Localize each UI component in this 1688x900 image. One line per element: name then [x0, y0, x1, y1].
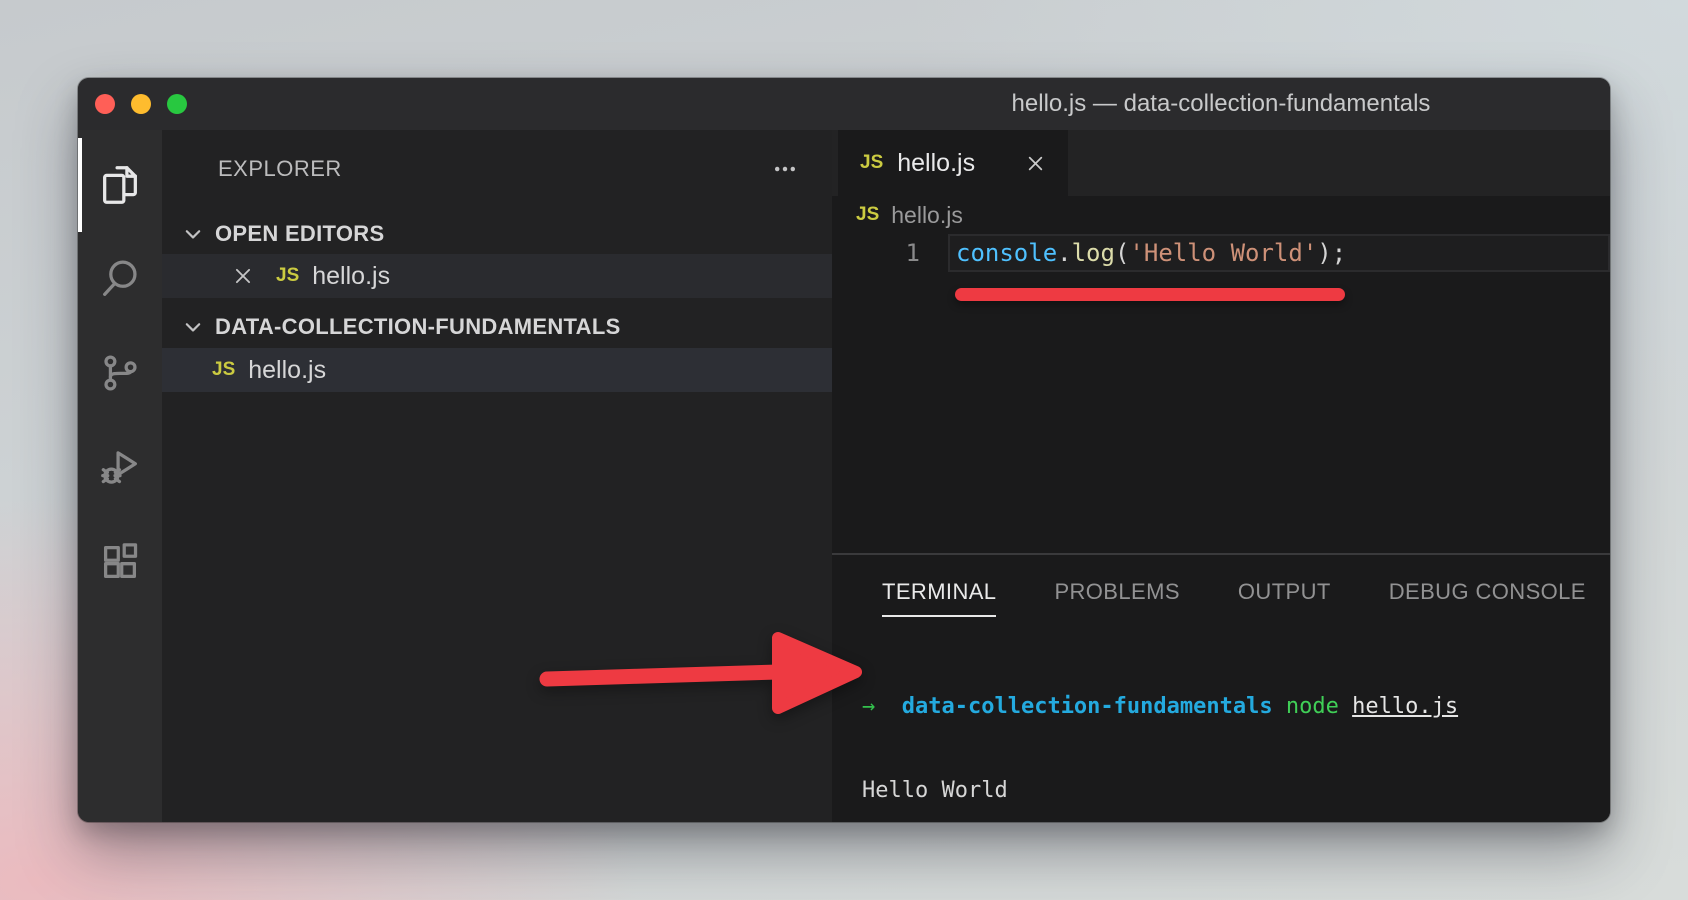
activitybar-run-debug[interactable]	[78, 420, 162, 514]
source-control-icon	[97, 350, 143, 396]
tab-label: hello.js	[897, 149, 975, 178]
vscode-window: hello.js — data-collection-fundamentals	[78, 78, 1610, 822]
files-icon	[97, 162, 143, 208]
debug-icon	[97, 444, 143, 490]
tab-terminal[interactable]: TERMINAL	[882, 579, 996, 617]
chevron-down-icon	[182, 316, 204, 338]
chevron-down-icon	[182, 223, 204, 245]
section-folder-root[interactable]: DATA-COLLECTION-FUNDAMENTALS	[162, 306, 832, 348]
js-file-icon: JS	[276, 265, 299, 287]
activity-bar	[78, 130, 162, 822]
close-tab-icon[interactable]	[1025, 153, 1046, 174]
tab-bar: JS hello.js	[832, 130, 1610, 196]
tab-hello-js[interactable]: JS hello.js	[838, 130, 1068, 196]
activitybar-source-control[interactable]	[78, 326, 162, 420]
section-label: OPEN EDITORS	[215, 221, 384, 247]
js-file-icon: JS	[212, 359, 235, 381]
more-actions-icon[interactable]	[772, 156, 798, 182]
code-text: console.log('Hello World');	[948, 239, 1346, 267]
window-title: hello.js — data-collection-fundamentals	[832, 78, 1610, 130]
file-name: hello.js	[312, 262, 390, 291]
activitybar-search[interactable]	[78, 232, 162, 326]
tab-output[interactable]: OUTPUT	[1238, 579, 1331, 617]
window-content: EXPLORER OPEN EDITORS JS hello.js	[78, 130, 1610, 822]
terminal-line: Hello World	[862, 777, 1610, 805]
open-editor-hello-js[interactable]: JS hello.js	[162, 254, 832, 298]
section-label: DATA-COLLECTION-FUNDAMENTALS	[215, 314, 621, 340]
explorer-sidebar: EXPLORER OPEN EDITORS JS hello.js	[162, 130, 832, 822]
activitybar-explorer[interactable]	[78, 138, 162, 232]
code-editor[interactable]: 1 console.log('Hello World');	[832, 234, 1610, 553]
tab-debug-console[interactable]: DEBUG CONSOLE	[1389, 579, 1586, 617]
breadcrumb[interactable]: JS hello.js	[832, 196, 1610, 234]
js-file-icon: JS	[860, 152, 883, 174]
tab-problems[interactable]: PROBLEMS	[1054, 579, 1179, 617]
panel: TERMINAL PROBLEMS OUTPUT DEBUG CONSOLE →…	[832, 553, 1610, 822]
traffic-lights	[95, 78, 187, 130]
editor-group: JS hello.js JS hello.js 1 console.log('H…	[832, 130, 1610, 822]
close-window-button[interactable]	[95, 94, 115, 114]
panel-tab-bar: TERMINAL PROBLEMS OUTPUT DEBUG CONSOLE	[832, 555, 1610, 627]
extensions-icon	[97, 538, 143, 584]
file-name: hello.js	[248, 356, 326, 385]
zoom-window-button[interactable]	[167, 94, 187, 114]
terminal-line: → data-collection-fundamentals node hell…	[862, 693, 1610, 721]
section-open-editors[interactable]: OPEN EDITORS	[162, 214, 832, 254]
activitybar-extensions[interactable]	[78, 514, 162, 608]
breadcrumb-file: hello.js	[891, 202, 963, 229]
code-line: 1 console.log('Hello World');	[832, 234, 1610, 272]
terminal[interactable]: → data-collection-fundamentals node hell…	[832, 627, 1610, 822]
sidebar-title-row: EXPLORER	[162, 130, 832, 182]
titlebar: hello.js — data-collection-fundamentals	[78, 78, 1610, 130]
explorer-title: EXPLORER	[218, 156, 342, 182]
search-icon	[97, 256, 143, 302]
file-hello-js[interactable]: JS hello.js	[162, 348, 832, 392]
annotation-underline	[955, 288, 1345, 301]
minimize-window-button[interactable]	[131, 94, 151, 114]
close-editor-icon[interactable]	[232, 265, 254, 287]
js-file-icon: JS	[856, 204, 879, 226]
line-number: 1	[832, 239, 948, 267]
